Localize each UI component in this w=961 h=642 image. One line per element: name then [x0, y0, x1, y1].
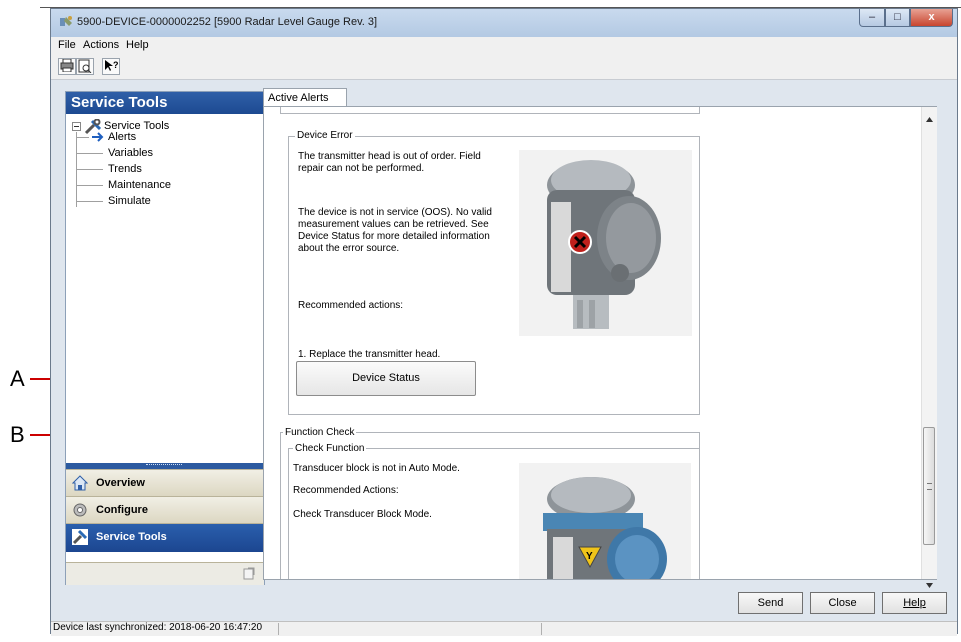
maximize-button[interactable]: □: [885, 9, 910, 27]
function-check-legend: Function Check: [283, 427, 357, 438]
help-button[interactable]: Help: [882, 592, 947, 614]
device-error-description: The transmitter head is out of order. Fi…: [298, 151, 481, 174]
close-button[interactable]: Close: [810, 592, 875, 614]
status-divider: [278, 623, 279, 635]
minimize-button[interactable]: –: [859, 9, 885, 27]
menu-help[interactable]: Help: [126, 39, 149, 51]
scroll-up-icon[interactable]: [926, 117, 933, 122]
menu-file[interactable]: File: [58, 39, 76, 51]
menu-bar: File Actions Help: [51, 37, 957, 55]
print-icon[interactable]: [58, 58, 76, 75]
callout-b-label: B: [10, 422, 25, 447]
arrow-right-icon: [92, 132, 104, 142]
status-bar: Device last synchronized: 2018-06-20 16:…: [51, 621, 957, 636]
tree-item-maintenance[interactable]: Maintenance: [108, 179, 171, 191]
device-error-action: 1. Replace the transmitter head.: [298, 349, 441, 360]
svg-text:Y: Y: [586, 551, 593, 562]
application-window: 5900-DEVICE-0000002252 [5900 Radar Level…: [50, 8, 958, 636]
transmitter-warning-image: Y: [519, 463, 691, 579]
print-preview-icon[interactable]: [76, 58, 94, 75]
check-function-legend: Check Function: [293, 443, 367, 454]
panel-header: Service Tools: [66, 92, 264, 114]
tree-connector: [77, 137, 89, 138]
status-divider: [541, 623, 542, 635]
collapse-icon[interactable]: [72, 122, 82, 132]
window-title: 5900-DEVICE-0000002252 [5900 Radar Level…: [77, 16, 378, 28]
app-icon: [60, 16, 72, 26]
nav-overview-button[interactable]: Overview: [66, 469, 264, 496]
check-function-description: Transducer block is not in Auto Mode.: [293, 463, 460, 474]
tree-connector: [77, 169, 103, 170]
nav-footer: [66, 562, 264, 585]
left-navigation-panel: Service Tools Service Tools Alerts Varia…: [65, 91, 265, 585]
alerts-content-pane: Device Error The transmitter head is out…: [263, 106, 937, 580]
tree-connector: [77, 185, 103, 186]
tab-active-alerts[interactable]: Active Alerts: [263, 88, 347, 107]
vertical-scrollbar[interactable]: [921, 107, 937, 588]
send-button[interactable]: Send: [738, 592, 803, 614]
configure-buttons-icon[interactable]: [242, 567, 256, 581]
nav-service-tools-button[interactable]: Service Tools: [66, 523, 264, 552]
callout-a-label: A: [10, 366, 25, 391]
tree-item-alerts[interactable]: Alerts: [108, 131, 136, 143]
device-error-legend: Device Error: [295, 130, 355, 141]
nav-configure-label: Configure: [96, 504, 148, 516]
check-function-group: Check Function Transducer block is not i…: [288, 443, 700, 579]
tree-item-variables[interactable]: Variables: [108, 147, 153, 159]
toolbar: ?: [51, 55, 957, 80]
scroll-down-icon[interactable]: [926, 583, 933, 588]
overview-icon: [72, 475, 88, 491]
device-error-status-text: The device is not in service (OOS). No v…: [298, 207, 492, 254]
nav-configure-button[interactable]: Configure: [66, 496, 264, 523]
nav-overview-label: Overview: [96, 477, 145, 489]
previous-alert-frame: [280, 107, 700, 114]
svg-text:?: ?: [113, 60, 118, 70]
scrollbar-thumb[interactable]: [923, 427, 935, 545]
context-help-icon[interactable]: ?: [102, 58, 120, 75]
tree-connector: [77, 153, 103, 154]
nav-service-tools-label: Service Tools: [96, 531, 167, 543]
device-error-recommended-heading: Recommended actions:: [298, 300, 404, 311]
check-function-recommended-heading: Recommended Actions:: [293, 485, 399, 496]
tree-item-simulate[interactable]: Simulate: [108, 195, 151, 207]
device-status-button[interactable]: Device Status: [296, 361, 476, 396]
transmitter-error-image: [519, 150, 692, 336]
tree-item-trends[interactable]: Trends: [108, 163, 142, 175]
status-text: Device last synchronized: 2018-06-20 16:…: [53, 622, 263, 633]
check-function-action: Check Transducer Block Mode.: [293, 509, 432, 520]
menu-actions[interactable]: Actions: [83, 39, 119, 51]
configure-icon: [73, 503, 87, 517]
close-window-button[interactable]: x: [910, 9, 953, 27]
tree-connector: [77, 201, 103, 202]
title-bar: 5900-DEVICE-0000002252 [5900 Radar Level…: [51, 9, 957, 37]
service-tools-icon: [72, 529, 88, 545]
